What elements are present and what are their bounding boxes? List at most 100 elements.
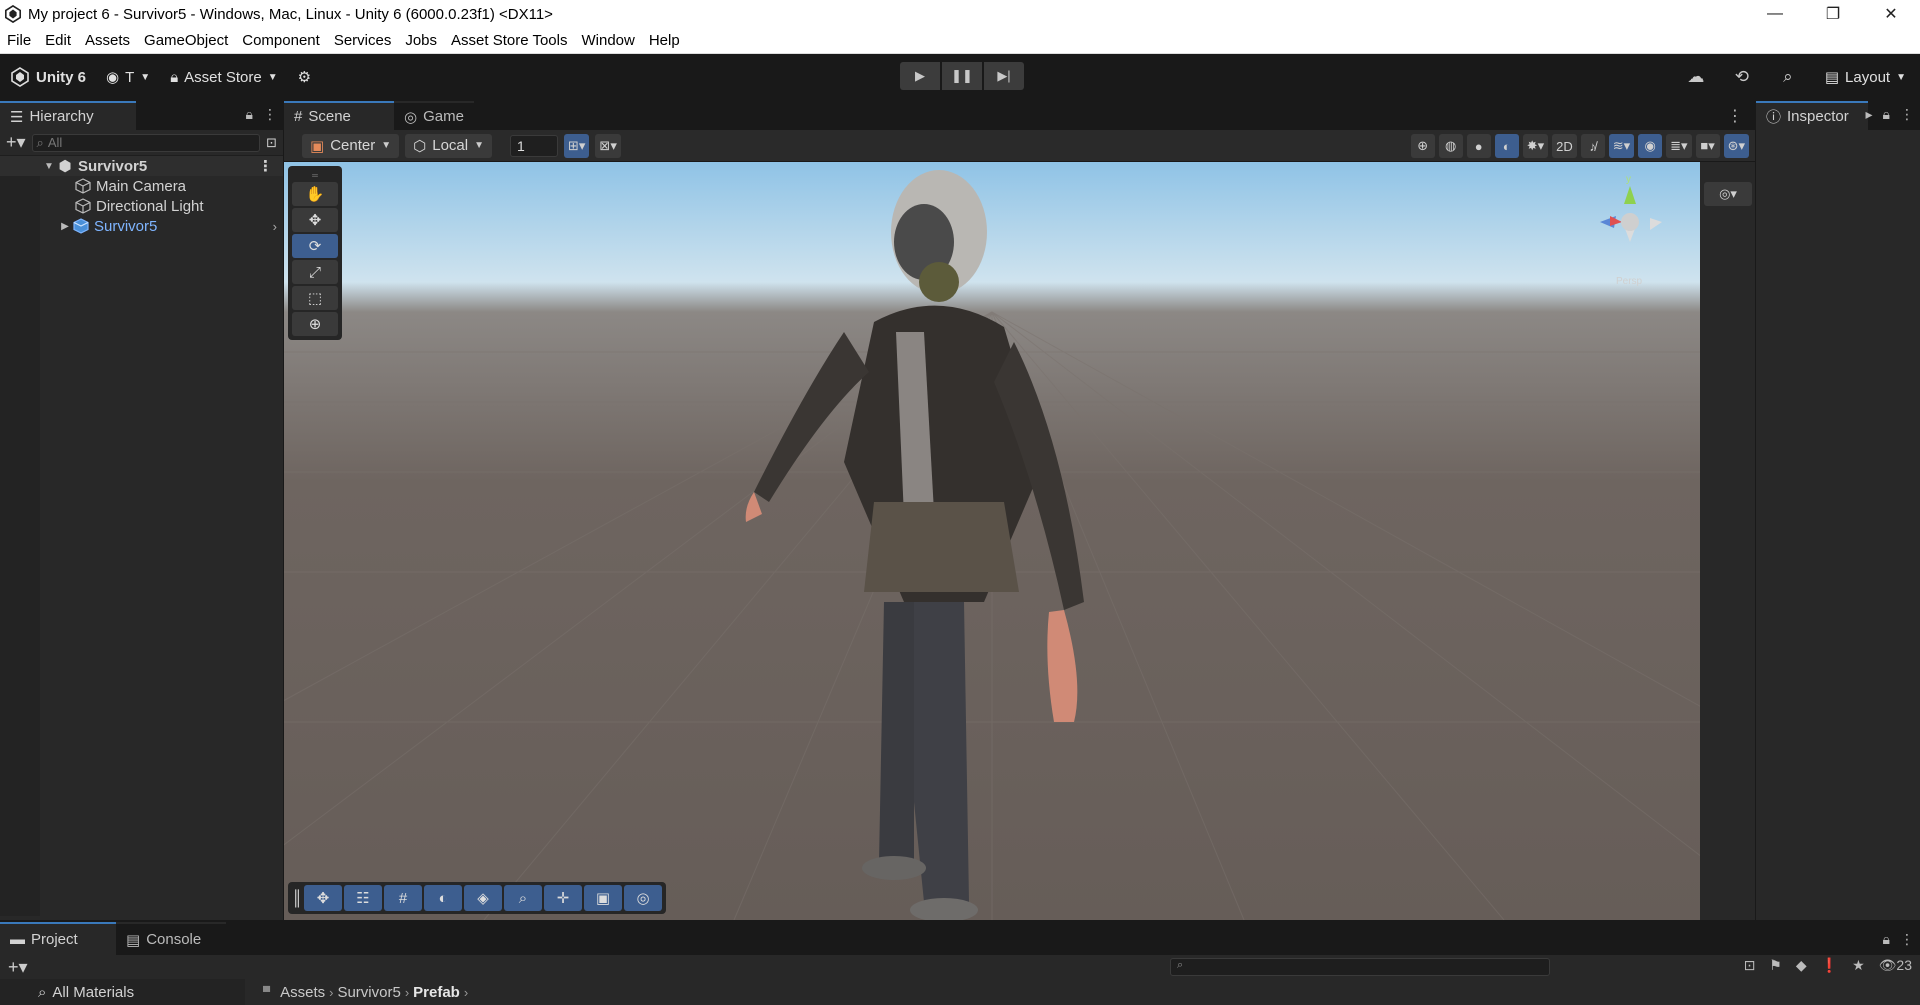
unity-brand[interactable]: Unity 6 bbox=[0, 62, 96, 92]
scale-tool-icon[interactable]: ⤢ bbox=[292, 260, 338, 284]
more-options-icon[interactable]: ⋮ bbox=[258, 157, 273, 175]
menu-file[interactable]: File bbox=[0, 32, 38, 49]
chevron-right-icon[interactable]: ▸ bbox=[1866, 106, 1873, 123]
compass-icon[interactable]: ◎▾ bbox=[1704, 182, 1752, 206]
cloud-icon[interactable]: ☁ bbox=[1673, 67, 1719, 87]
character-model[interactable] bbox=[745, 170, 1084, 920]
menu-help[interactable]: Help bbox=[642, 32, 687, 49]
rotate-tool-icon[interactable]: ⟳ bbox=[292, 234, 338, 258]
wireframe-icon[interactable]: ◍ bbox=[1438, 134, 1463, 158]
menu-assets[interactable]: Assets bbox=[78, 32, 137, 49]
pivot-dropdown[interactable]: ▣ Center ▼ bbox=[302, 133, 400, 158]
project-search-input[interactable]: ⌕ bbox=[1170, 958, 1550, 976]
navigation-compass-icon[interactable]: ◎ bbox=[624, 885, 662, 911]
tab-scene[interactable]: # Scene bbox=[284, 101, 394, 130]
menu-jobs[interactable]: Jobs bbox=[398, 32, 444, 49]
warning-icon[interactable]: ❗ bbox=[1821, 957, 1838, 974]
breadcrumb-survivor5[interactable]: Survivor5 bbox=[333, 984, 404, 1001]
tab-inspector[interactable]: ⓘ Inspector bbox=[1756, 101, 1868, 130]
zoom-icon[interactable]: ⌕ bbox=[504, 885, 542, 911]
lighting-icon[interactable]: ✸▾ bbox=[1522, 134, 1549, 158]
search-scene-icon[interactable]: ⊡ bbox=[1744, 957, 1756, 974]
lock-icon[interactable]: 🔒︎ bbox=[1883, 931, 1890, 948]
hierarchy-search-input[interactable]: ⌕ All bbox=[31, 133, 261, 152]
snap-settings-button[interactable]: ⊠▾ bbox=[595, 133, 621, 158]
tab-project[interactable]: ▬ Project bbox=[0, 922, 116, 955]
layers-icon[interactable]: ≣▾ bbox=[1666, 134, 1692, 158]
tab-hierarchy[interactable]: ☰ Hierarchy bbox=[0, 101, 136, 130]
list-item[interactable]: Directional Light bbox=[0, 196, 283, 216]
gizmos-icon[interactable]: ⊛▾ bbox=[1723, 134, 1749, 158]
list-item[interactable]: Main Camera bbox=[0, 176, 283, 196]
expand-arrow-icon[interactable]: ▼ bbox=[42, 161, 56, 172]
more-options-icon[interactable]: ⋮ bbox=[1900, 931, 1914, 948]
more-options-icon[interactable]: ⋮ bbox=[1727, 106, 1743, 126]
history-icon[interactable]: ⟲ bbox=[1719, 67, 1765, 87]
maximize-button[interactable]: ❐ bbox=[1804, 0, 1862, 28]
tab-console[interactable]: ▤ Console bbox=[116, 922, 226, 955]
menu-gameobject[interactable]: GameObject bbox=[137, 32, 235, 49]
filter-type-icon[interactable]: ⚑ bbox=[1769, 957, 1782, 974]
grid-snap-field[interactable]: 1 bbox=[510, 134, 558, 157]
scene-viewport[interactable]: ═ ✋ ✥ ⟳ ⤢ ⬚ ⊕ y Persp ║ ✥ ☷ # ◐ ◈ ⌕ ✛ ▣ … bbox=[284, 162, 1700, 920]
layers-stack-icon[interactable]: ◈ bbox=[464, 885, 502, 911]
favorites-item[interactable]: ⌕ All Materials bbox=[0, 979, 245, 1005]
move-tool-icon[interactable]: ✥ bbox=[292, 208, 338, 232]
rect-tool-icon[interactable]: ⬚ bbox=[292, 286, 338, 310]
scene-row[interactable]: ▼ ⬢ Survivor5 ⋮ bbox=[0, 156, 283, 176]
visibility-eye-icon[interactable]: ◉ bbox=[1638, 134, 1663, 158]
folder-icon: ▬ bbox=[10, 931, 25, 948]
camera-settings-icon[interactable]: ■▾ bbox=[1695, 134, 1720, 158]
account-dropdown[interactable]: ◉ T ▼ bbox=[96, 62, 160, 92]
2d-toggle-icon[interactable]: 2D bbox=[1552, 134, 1577, 158]
play-button[interactable]: ▶ bbox=[900, 62, 940, 90]
breadcrumb-assets[interactable]: Assets bbox=[276, 984, 329, 1001]
menu-component[interactable]: Component bbox=[235, 32, 327, 49]
camera-preview-icon[interactable]: ▣ bbox=[584, 885, 622, 911]
more-options-icon[interactable]: ⋮ bbox=[263, 106, 277, 123]
list-item[interactable]: ▶ Survivor5 › bbox=[0, 216, 283, 236]
close-button[interactable]: ✕ bbox=[1862, 0, 1920, 28]
hand-tool-icon[interactable]: ✋ bbox=[292, 182, 338, 206]
cloud-settings-button[interactable]: ⚙ bbox=[288, 62, 321, 92]
label-tag-icon[interactable]: ◆ bbox=[1796, 957, 1807, 974]
minimize-button[interactable]: — bbox=[1746, 0, 1804, 28]
move-view-icon[interactable]: ✥ bbox=[304, 885, 342, 911]
space-dropdown[interactable]: ⬡ Local ▼ bbox=[405, 133, 492, 158]
menu-asset-store-tools[interactable]: Asset Store Tools bbox=[444, 32, 574, 49]
drag-handle-icon[interactable]: ║ bbox=[292, 885, 303, 911]
step-button[interactable]: ▶| bbox=[984, 62, 1024, 90]
chevron-right-icon[interactable]: › bbox=[273, 219, 277, 234]
asset-store-dropdown[interactable]: 🔒︎ Asset Store ▼ bbox=[160, 62, 287, 92]
more-options-icon[interactable]: ⋮ bbox=[1900, 106, 1914, 123]
expand-arrow-icon[interactable]: ▶ bbox=[58, 221, 72, 232]
shaded-wireframe-icon[interactable]: ◐ bbox=[1494, 134, 1519, 158]
menu-services[interactable]: Services bbox=[327, 32, 399, 49]
pause-button[interactable]: ❚❚ bbox=[942, 62, 982, 90]
pivot-move-icon[interactable]: ✛ bbox=[544, 885, 582, 911]
search-icon[interactable]: ⌕ bbox=[1765, 67, 1811, 87]
menu-edit[interactable]: Edit bbox=[38, 32, 78, 49]
shading-icon[interactable]: ◐ bbox=[424, 885, 462, 911]
create-asset-button[interactable]: +▾ bbox=[8, 957, 28, 978]
orientation-gizmo[interactable]: y Persp bbox=[1580, 172, 1680, 292]
tab-game[interactable]: ◎ Game bbox=[394, 101, 474, 130]
grid-visibility-button[interactable]: ⊞▾ bbox=[564, 133, 590, 158]
settings-sliders-icon[interactable]: ☷ bbox=[344, 885, 382, 911]
layout-dropdown[interactable]: ▤ Layout ▼ bbox=[1811, 68, 1920, 87]
menu-window[interactable]: Window bbox=[574, 32, 641, 49]
shaded-icon[interactable]: ● bbox=[1466, 134, 1491, 158]
lock-icon[interactable]: 🔒︎ bbox=[246, 106, 253, 123]
breadcrumb-prefab[interactable]: Prefab bbox=[409, 984, 464, 1001]
scene-search-icon[interactable]: ⊡ bbox=[266, 135, 277, 151]
audio-mute-icon[interactable]: ♪̸ bbox=[1580, 134, 1605, 158]
add-object-button[interactable]: +▾ bbox=[6, 132, 26, 153]
favorite-star-icon[interactable]: ★ bbox=[1852, 957, 1865, 974]
transform-tool-icon[interactable]: ⊕ bbox=[292, 312, 338, 336]
grid-hash-icon[interactable]: # bbox=[384, 885, 422, 911]
effects-icon[interactable]: ≋▾ bbox=[1608, 134, 1635, 158]
orientation-icon[interactable]: ⊕ bbox=[1410, 134, 1435, 158]
lock-icon[interactable]: 🔒︎ bbox=[1883, 106, 1890, 123]
drag-handle-icon[interactable]: ═ bbox=[292, 170, 338, 180]
hidden-count[interactable]: 👁︎23 bbox=[1879, 957, 1912, 974]
